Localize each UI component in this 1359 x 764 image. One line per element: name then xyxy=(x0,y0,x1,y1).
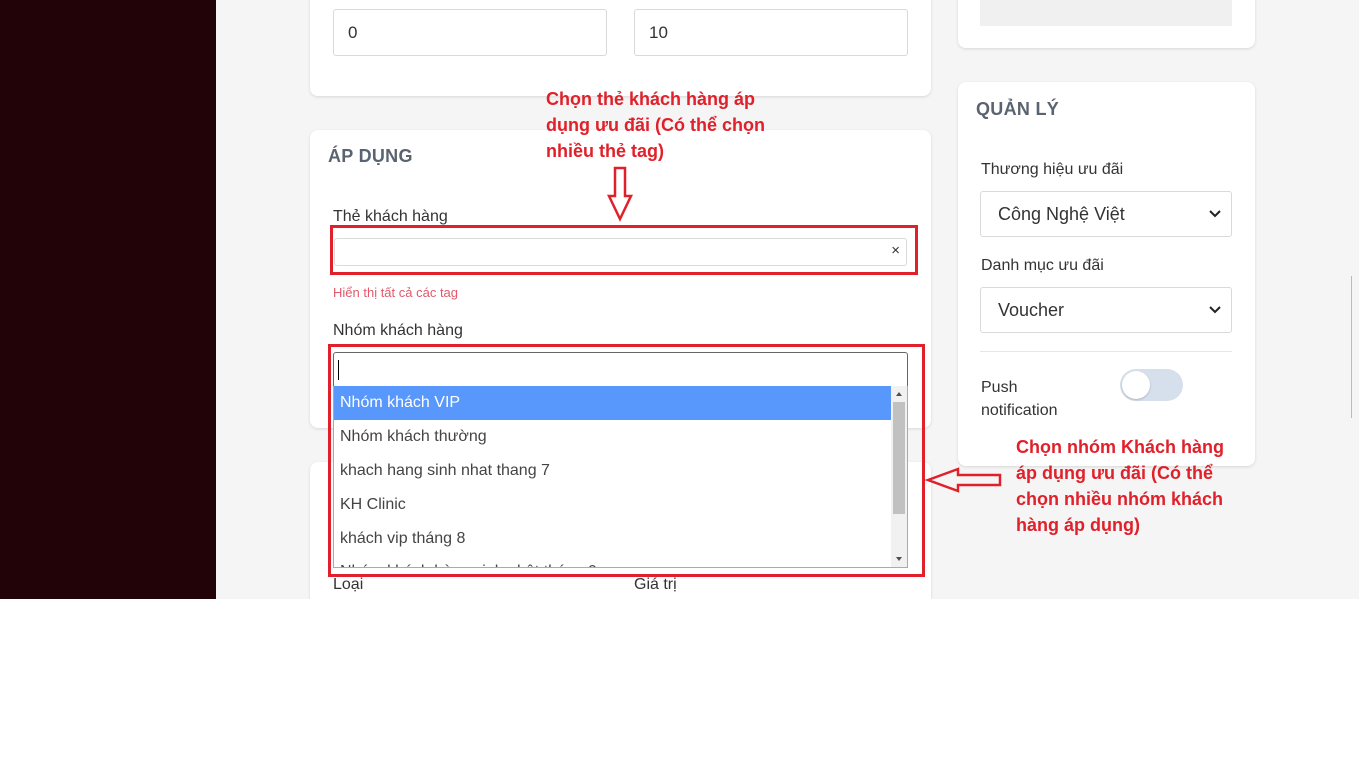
app-screen: 0 10 ÁP DỤNG Thẻ khách hàng × Hiển thị t… xyxy=(0,0,1359,599)
sidebar xyxy=(0,0,216,599)
apply-section-title: ÁP DỤNG xyxy=(328,146,413,166)
category-label: Danh mục ưu đãi xyxy=(981,257,1104,274)
chevron-down-icon xyxy=(1209,306,1221,314)
arrow-down-icon xyxy=(607,166,633,222)
push-notification-toggle[interactable] xyxy=(1120,369,1183,401)
arrow-left-icon xyxy=(925,467,1002,493)
value-label: Giá trị xyxy=(634,576,677,593)
annotation-tag-note: Chọn thẻ khách hàng áp dụng ưu đãi (Có t… xyxy=(546,89,766,161)
divider xyxy=(980,351,1232,352)
management-title: QUẢN LÝ xyxy=(976,99,1060,119)
page-edge-line xyxy=(1351,276,1352,418)
category-select[interactable]: Voucher xyxy=(980,287,1232,333)
customer-group-label: Nhóm khách hàng xyxy=(333,322,463,339)
annotation-box-group xyxy=(328,344,925,577)
max-value-input[interactable]: 10 xyxy=(634,9,908,56)
annotation-box-tag xyxy=(330,225,918,275)
category-value: Voucher xyxy=(998,299,1065,320)
push-notification-label: Push notification xyxy=(981,379,1058,419)
brand-select[interactable]: Công Nghệ Việt xyxy=(980,191,1232,237)
min-value-input[interactable]: 0 xyxy=(333,9,607,56)
type-label: Loại xyxy=(333,576,364,593)
annotation-group-note: Chọn nhóm Khách hàng áp dụng ưu đãi (Có … xyxy=(1016,437,1224,535)
customer-tag-label: Thẻ khách hàng xyxy=(333,208,448,225)
customer-tag-hint: Hiển thị tất cả các tag xyxy=(333,285,459,300)
toggle-knob xyxy=(1122,371,1150,399)
right-top-field xyxy=(980,0,1232,26)
brand-label: Thương hiệu ưu đãi xyxy=(981,161,1124,178)
brand-value: Công Nghệ Việt xyxy=(998,203,1125,224)
chevron-down-icon xyxy=(1209,210,1221,218)
